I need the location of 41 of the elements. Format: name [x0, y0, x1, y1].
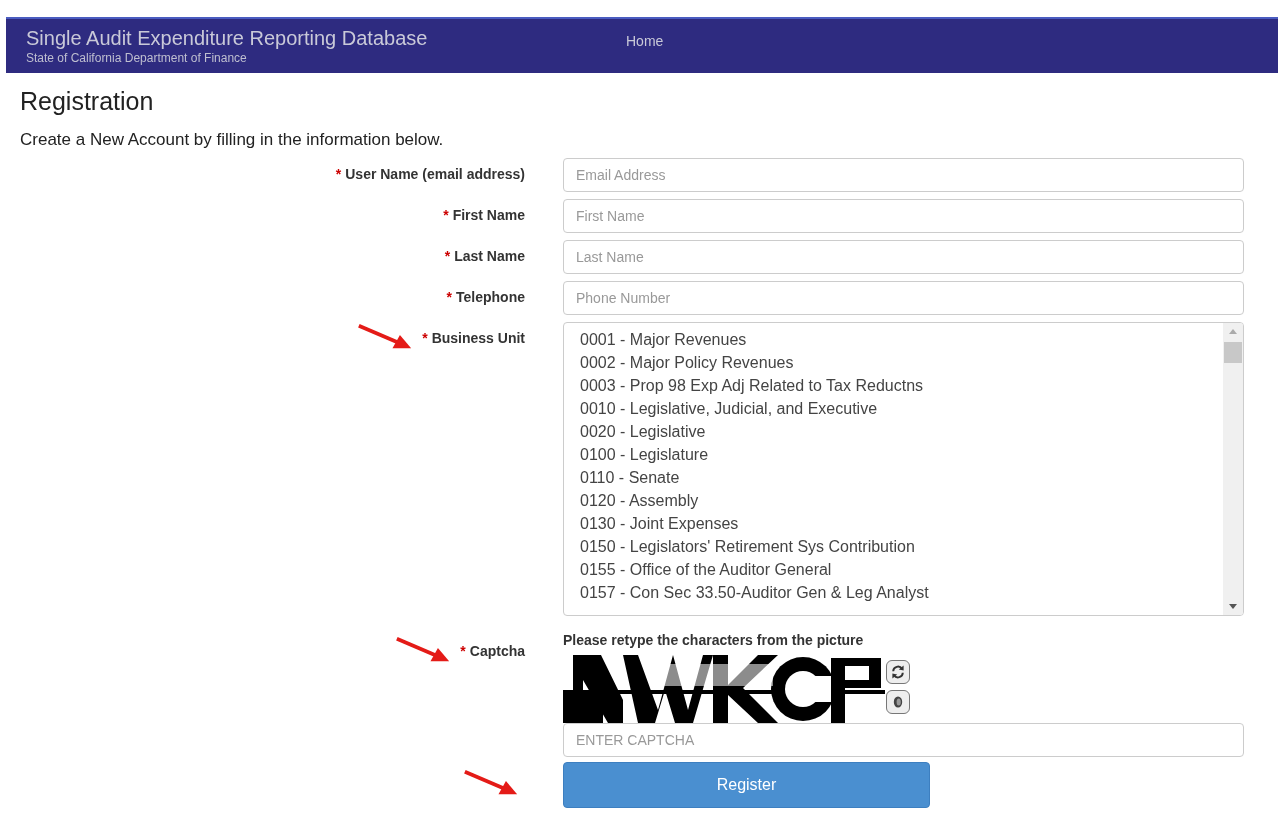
list-option[interactable]: 0010 - Legislative, Judicial, and Executive — [580, 397, 1207, 420]
site-title: Single Audit Expenditure Reporting Database — [26, 26, 429, 50]
list-option[interactable]: 0001 - Major Revenues — [580, 328, 1207, 351]
audio-button[interactable] — [886, 689, 910, 714]
list-option[interactable]: 0002 - Major Policy Revenues — [580, 351, 1207, 374]
required-marker: * — [460, 643, 466, 659]
field-label: First Name — [452, 207, 525, 223]
input-field[interactable]: First Name — [563, 199, 1244, 233]
list-option[interactable]: 0150 - Legislators' Retirement Sys Contribution — [580, 535, 1207, 558]
required-marker: * — [422, 330, 428, 346]
captcha-instruction: Please retype the characters from the picture — [563, 632, 865, 648]
speaker-icon — [891, 694, 905, 709]
field-label: Captcha — [469, 643, 525, 659]
required-marker: * — [446, 289, 453, 305]
required-marker: * — [444, 248, 451, 264]
site-subtitle: State of California Department of Finance — [26, 50, 248, 66]
list-option[interactable]: 0100 - Legislature — [580, 443, 1207, 466]
list-option[interactable]: 0110 - Senate — [580, 466, 1207, 489]
scrollbar[interactable] — [1223, 323, 1243, 615]
list-option[interactable]: 0157 - Con Sec 33.50-Auditor Gen & Leg Analyst — [580, 581, 1207, 604]
input-field[interactable]: Phone Number — [563, 281, 1244, 315]
refresh-button[interactable] — [886, 659, 910, 684]
field-label: Last Name — [454, 248, 525, 264]
list-option[interactable]: 0130 - Joint Expenses — [580, 512, 1207, 535]
input-field[interactable]: Last Name — [563, 240, 1244, 274]
list-option[interactable]: 0120 - Assembly — [580, 489, 1207, 512]
listbox[interactable] — [563, 322, 1244, 616]
field-label: Business Unit — [431, 330, 525, 346]
captcha-field[interactable]: ENTER CAPTCHA — [563, 723, 1244, 757]
list-option[interactable]: 0003 - Prop 98 Exp Adj Related to Tax Reductns — [580, 374, 1207, 397]
nav-link[interactable]: Home — [626, 33, 664, 49]
field-label: Telephone — [456, 289, 525, 305]
required-marker: * — [335, 166, 342, 182]
list-option[interactable]: 0020 - Legislative — [580, 420, 1207, 443]
list-option[interactable]: 0155 - Office of the Auditor General — [580, 558, 1207, 581]
field-label: User Name (email address) — [345, 166, 525, 182]
intro-text: Create a New Account by filling in the information below. — [20, 130, 445, 150]
input-field[interactable]: Email Address — [563, 158, 1244, 192]
required-marker: * — [443, 207, 449, 223]
refresh-icon — [890, 663, 906, 680]
page-heading: Registration — [20, 87, 155, 116]
